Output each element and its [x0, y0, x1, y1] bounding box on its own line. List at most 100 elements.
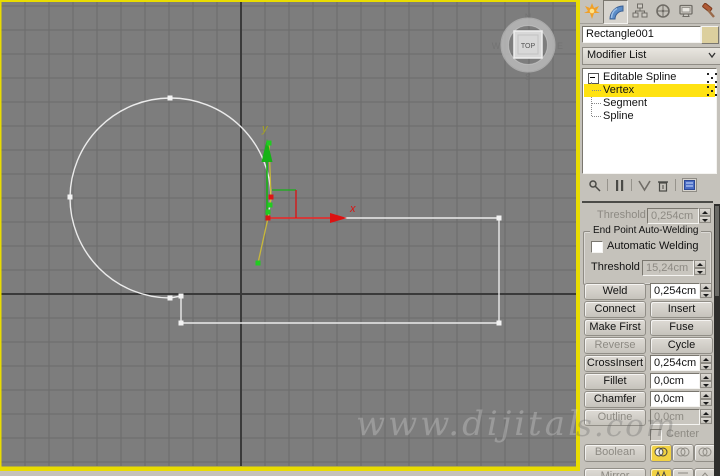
welding-threshold-field: 15,24cm — [642, 260, 694, 276]
configure-modifier-sets-icon[interactable] — [682, 178, 697, 192]
utilities-icon — [701, 3, 715, 18]
pin-stack-icon[interactable] — [588, 179, 601, 192]
command-panel-tabs — [580, 0, 720, 24]
tab-hierarchy[interactable] — [628, 0, 651, 22]
mirror-button: Mirror — [584, 468, 646, 476]
boolean-union-button[interactable] — [650, 444, 672, 462]
toolbar-separator — [631, 179, 632, 191]
spline-vertex[interactable] — [178, 293, 184, 299]
subobject-dots-icon — [707, 73, 709, 75]
command-panel: Rectangle001 Modifier List Editable Spli… — [576, 0, 720, 476]
collapse-icon[interactable] — [588, 73, 599, 84]
chamfer-button[interactable]: Chamfer — [584, 391, 646, 408]
chamfer-field-spinner[interactable] — [700, 391, 712, 406]
show-end-result-icon[interactable] — [614, 179, 625, 192]
modifier-list-dropdown[interactable]: Modifier List — [582, 47, 720, 65]
fillet-field-spinner[interactable] — [700, 373, 712, 388]
end-point-auto-welding-group: End Point Auto-Welding Automatic Welding… — [583, 225, 712, 285]
weld-threshold-field-spinner[interactable] — [700, 283, 712, 298]
viewcube-south-label: S — [525, 72, 531, 82]
boolean-intersect-button — [694, 444, 716, 462]
create-icon — [583, 3, 600, 19]
rollout-divider — [582, 201, 713, 203]
object-color-swatch[interactable] — [701, 26, 719, 44]
tab-utilities[interactable] — [697, 0, 720, 22]
hierarchy-icon — [632, 3, 647, 18]
mirror-horizontal-button[interactable] — [650, 468, 672, 476]
spline-vertex[interactable] — [167, 295, 173, 301]
make-first-button[interactable]: Make First — [584, 319, 646, 336]
threshold-spinner[interactable] — [699, 208, 711, 223]
crossinsert-button[interactable]: CrossInsert — [584, 355, 646, 372]
boolean-subtract-button — [672, 444, 694, 462]
bezier-handle[interactable] — [265, 209, 271, 215]
spline-vertex[interactable] — [178, 320, 184, 326]
stack-item-segment[interactable]: Segment — [584, 97, 715, 110]
bezier-handle[interactable] — [266, 140, 272, 146]
fillet-field[interactable]: 0,0cm — [650, 373, 700, 389]
viewport-background[interactable] — [0, 0, 580, 471]
reverse-button: Reverse — [584, 337, 646, 354]
tab-display[interactable] — [674, 0, 697, 22]
mirror-vertical-icon — [678, 472, 688, 474]
modify-icon — [608, 5, 623, 20]
bottom-strip — [0, 471, 580, 476]
mirror-both-icon — [701, 472, 709, 476]
connect-button[interactable]: Connect — [584, 301, 646, 318]
tree-branch — [592, 116, 601, 117]
panel-scrollbar[interactable] — [714, 204, 720, 476]
viewport-canvas[interactable]: xy N E S W TOP — [0, 0, 580, 471]
bezier-handle[interactable] — [267, 202, 273, 208]
spline-vertex[interactable] — [67, 194, 73, 200]
spline-vertex[interactable] — [496, 320, 502, 326]
crossinsert-field[interactable]: 0,254cm — [650, 355, 700, 371]
tab-modify[interactable] — [603, 0, 628, 24]
center-checkbox — [650, 429, 662, 441]
boolean-subtract-icon — [676, 447, 690, 457]
automatic-welding-label: Automatic Welding — [607, 240, 699, 252]
selected-vertex[interactable] — [268, 194, 274, 200]
bezier-handle[interactable] — [255, 260, 261, 266]
cycle-button[interactable]: Cycle — [650, 337, 713, 354]
app-window: { "viewport": { "watermark_left": "www.d… — [0, 0, 720, 476]
automatic-welding-checkbox[interactable] — [591, 241, 603, 253]
geometry-row: Weld 0,254cm — [580, 283, 720, 300]
stack-toolbar — [582, 176, 720, 194]
spline-vertex[interactable] — [167, 95, 173, 101]
viewcube-west-label: W — [492, 41, 501, 51]
remove-modifier-icon[interactable] — [657, 179, 669, 192]
welding-threshold-spinner[interactable] — [694, 260, 706, 275]
spline-vertex[interactable] — [496, 215, 502, 221]
tab-motion[interactable] — [651, 0, 674, 22]
weld-threshold-field[interactable]: 0,254cm — [650, 283, 700, 299]
fillet-button[interactable]: Fillet — [584, 373, 646, 390]
geometry-row: Chamfer 0,0cm — [580, 391, 720, 408]
mirror-vertical-button — [672, 468, 694, 476]
group-title: End Point Auto-Welding — [590, 225, 702, 236]
selected-vertex[interactable] — [265, 215, 271, 221]
mirror-horizontal-icon — [655, 470, 667, 476]
geometry-row: CrossInsert 0,254cm — [580, 355, 720, 372]
crossinsert-field-spinner[interactable] — [700, 355, 712, 370]
stack-item-editable-spline[interactable]: Editable Spline — [584, 71, 715, 84]
insert-button[interactable]: Insert — [650, 301, 713, 318]
fuse-button[interactable]: Fuse — [650, 319, 713, 336]
chamfer-field[interactable]: 0,0cm — [650, 391, 700, 407]
tree-branch — [592, 90, 601, 91]
outline-field-spinner[interactable] — [700, 409, 712, 424]
geometry-row: Connect Insert — [580, 301, 720, 318]
scrollbar-thumb[interactable] — [715, 206, 719, 296]
boolean-intersect-icon — [698, 447, 712, 457]
stack-item-vertex[interactable]: Vertex — [584, 84, 715, 97]
threshold-label: Threshold — [597, 209, 646, 221]
make-unique-icon[interactable] — [638, 179, 651, 192]
geometry-row: Make First Fuse — [580, 319, 720, 336]
tab-create[interactable] — [580, 0, 603, 22]
viewcube-east-label: E — [557, 41, 563, 51]
object-name-field[interactable]: Rectangle001 — [582, 26, 701, 43]
display-icon — [678, 4, 693, 17]
outline-field: 0,0cm — [650, 409, 700, 425]
weld-button[interactable]: Weld — [584, 283, 646, 300]
viewport-top[interactable]: xy N E S W TOP www.dijitalde — [0, 0, 580, 471]
stack-item-spline[interactable]: Spline — [584, 110, 715, 123]
